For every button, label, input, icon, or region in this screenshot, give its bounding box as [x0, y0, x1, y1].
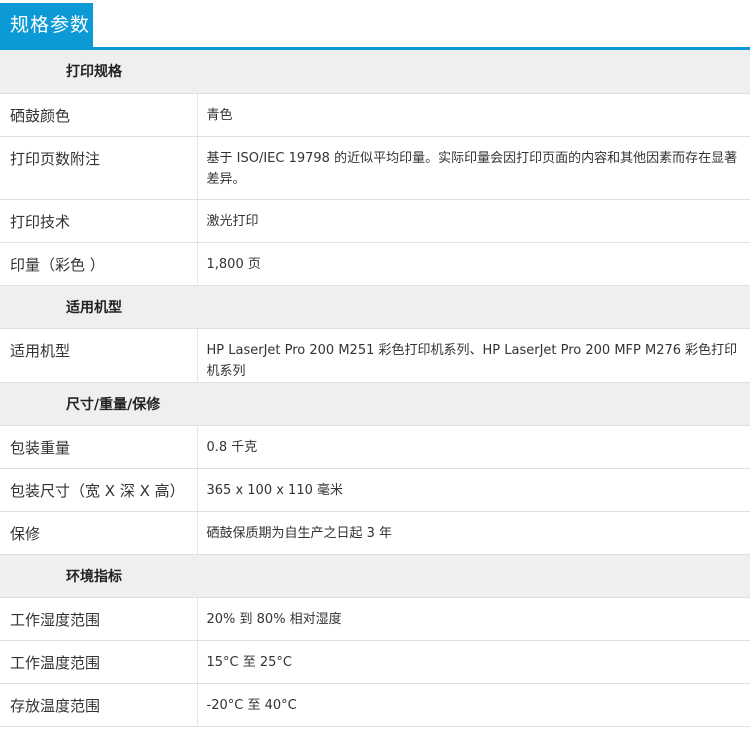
section-title: 环境指标 [0, 554, 750, 598]
row-label: 打印技术 [0, 199, 198, 243]
section-size-weight-warranty: 尺寸/重量/保修 [0, 382, 750, 426]
row-label: 包装重量 [0, 425, 198, 469]
table-row: 工作温度范围 15°C 至 25°C [0, 640, 750, 684]
section-title: 尺寸/重量/保修 [0, 382, 750, 426]
table-row: 打印页数附注 基于 ISO/IEC 19798 的近似平均印量。实际印量会因打印… [0, 136, 750, 200]
row-label: 印量（彩色 ） [0, 242, 198, 286]
row-label: 存放温度范围 [0, 683, 198, 727]
row-label: 工作湿度范围 [0, 597, 198, 641]
table-row: 存放温度范围 -20°C 至 40°C [0, 683, 750, 727]
row-value: 硒鼓保质期为自生产之日起 3 年 [197, 511, 750, 555]
table-row: 打印技术 激光打印 [0, 199, 750, 243]
row-value: 365 x 100 x 110 毫米 [197, 468, 750, 512]
table-row: 适用机型 HP LaserJet Pro 200 M251 彩色打印机系列、HP… [0, 328, 750, 383]
section-title: 打印规格 [0, 50, 750, 94]
row-value: 15°C 至 25°C [197, 640, 750, 684]
row-label: 保修 [0, 511, 198, 555]
row-label: 硒鼓颜色 [0, 93, 198, 137]
table-row: 包装重量 0.8 千克 [0, 425, 750, 469]
section-environment: 环境指标 [0, 554, 750, 598]
row-value: 20% 到 80% 相对湿度 [197, 597, 750, 641]
table-row: 工作湿度范围 20% 到 80% 相对湿度 [0, 597, 750, 641]
row-value: 1,800 页 [197, 242, 750, 286]
table-row: 保修 硒鼓保质期为自生产之日起 3 年 [0, 511, 750, 555]
row-label: 包装尺寸（宽 X 深 X 高） [0, 468, 198, 512]
spec-header: 规格参数 [0, 0, 750, 50]
table-row: 印量（彩色 ） 1,800 页 [0, 242, 750, 286]
section-print-spec: 打印规格 [0, 50, 750, 94]
section-title: 适用机型 [0, 285, 750, 329]
table-row: 硒鼓颜色 青色 [0, 93, 750, 137]
row-value: 青色 [197, 93, 750, 137]
row-label: 打印页数附注 [0, 136, 198, 200]
row-label: 适用机型 [0, 328, 198, 383]
spec-tab[interactable]: 规格参数 [0, 3, 93, 47]
row-value: 激光打印 [197, 199, 750, 243]
table-row: 包装尺寸（宽 X 深 X 高） 365 x 100 x 110 毫米 [0, 468, 750, 512]
spec-table: 打印规格 硒鼓颜色 青色 打印页数附注 基于 ISO/IEC 19798 的近似… [0, 50, 750, 727]
row-label: 工作温度范围 [0, 640, 198, 684]
row-value: 0.8 千克 [197, 425, 750, 469]
row-value: HP LaserJet Pro 200 M251 彩色打印机系列、HP Lase… [197, 328, 750, 383]
row-value: 基于 ISO/IEC 19798 的近似平均印量。实际印量会因打印页面的内容和其… [197, 136, 750, 200]
row-value: -20°C 至 40°C [197, 683, 750, 727]
section-compatible-models: 适用机型 [0, 285, 750, 329]
